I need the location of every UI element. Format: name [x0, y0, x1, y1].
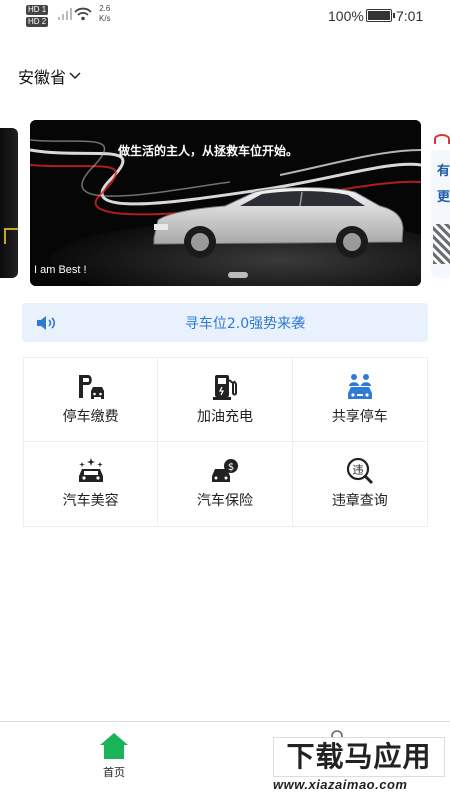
service-shared-parking[interactable]: 共享停车	[292, 358, 427, 442]
home-icon	[100, 733, 128, 759]
province-selector[interactable]: 安徽省	[18, 64, 81, 88]
car-dollar-icon: $	[211, 459, 238, 482]
wifi-icon	[74, 7, 92, 21]
service-car-insurance[interactable]: $ 汽车保险	[158, 442, 293, 526]
banner-tagline: I am Best !	[34, 264, 87, 276]
banner-slide[interactable]: 做生活的主人，从拯救车位开始。 I am Best !	[30, 120, 421, 286]
next-banner-peek[interactable]: 有 更	[431, 128, 450, 278]
qr-code-icon	[433, 224, 450, 264]
peek-char-2: 更	[437, 190, 450, 205]
service-label: 共享停车	[331, 409, 388, 425]
banner-slogan: 做生活的主人，从拯救车位开始。	[118, 144, 299, 158]
peek-logo	[431, 128, 450, 150]
fuel-pump-icon	[212, 375, 237, 400]
prev-banner-peek[interactable]	[0, 128, 18, 278]
service-label: 汽车美容	[62, 493, 119, 509]
service-violation-query[interactable]: 违 违章查询	[293, 442, 427, 526]
signal-icon	[58, 8, 72, 20]
sim2-indicator: HD 2	[26, 17, 49, 27]
service-grid: 停车缴费 加油充电 共享停车 汽车美容 $ 汽车保险 违 违章查询	[23, 357, 428, 527]
shared-parking-icon	[347, 374, 372, 399]
announcement-text: 寻车位2.0强势来袭	[184, 315, 306, 332]
network-speed-value: 2.6	[99, 4, 111, 13]
province-label: 安徽省	[18, 68, 67, 87]
svg-text:违: 违	[352, 464, 363, 477]
violation-search-icon: 违	[346, 457, 373, 485]
network-speed-unit: K/s	[99, 14, 111, 23]
status-bar: HD 1 HD 2 2.6 K/s 100% 7:01	[0, 0, 450, 32]
service-label: 停车缴费	[62, 409, 119, 425]
network-speed: 2.6 K/s	[99, 4, 111, 24]
parking-car-icon	[78, 375, 104, 399]
tab-home[interactable]: 首页	[94, 732, 134, 782]
carousel-indicator	[228, 272, 248, 278]
watermark: 下载马应用 www.xiazaimao.com	[267, 737, 447, 797]
service-fuel-charge[interactable]: 加油充电	[158, 358, 293, 442]
battery-percent: 100%	[328, 8, 364, 24]
service-parking-payment[interactable]: 停车缴费	[24, 358, 159, 442]
svg-text:$: $	[228, 462, 234, 473]
service-label: 加油充电	[196, 409, 253, 425]
peek-char-1: 有	[437, 164, 450, 179]
watermark-url: www.xiazaimao.com	[273, 777, 408, 792]
announcement-bar[interactable]: 寻车位2.0强势来袭	[22, 303, 428, 342]
car-sparkle-icon	[78, 458, 103, 482]
service-label: 汽车保险	[196, 493, 253, 509]
service-label: 违章查询	[331, 493, 388, 509]
sim1-indicator: HD 1	[26, 5, 49, 15]
tab-home-label: 首页	[103, 766, 125, 779]
service-car-beauty[interactable]: 汽车美容	[24, 442, 159, 526]
chevron-down-icon	[69, 72, 81, 80]
battery-icon	[366, 9, 395, 22]
banner-carousel[interactable]: 做生活的主人，从拯救车位开始。 I am Best ! 有 更	[0, 120, 450, 290]
clock: 7:01	[396, 8, 424, 24]
watermark-brand: 下载马应用	[273, 737, 445, 777]
